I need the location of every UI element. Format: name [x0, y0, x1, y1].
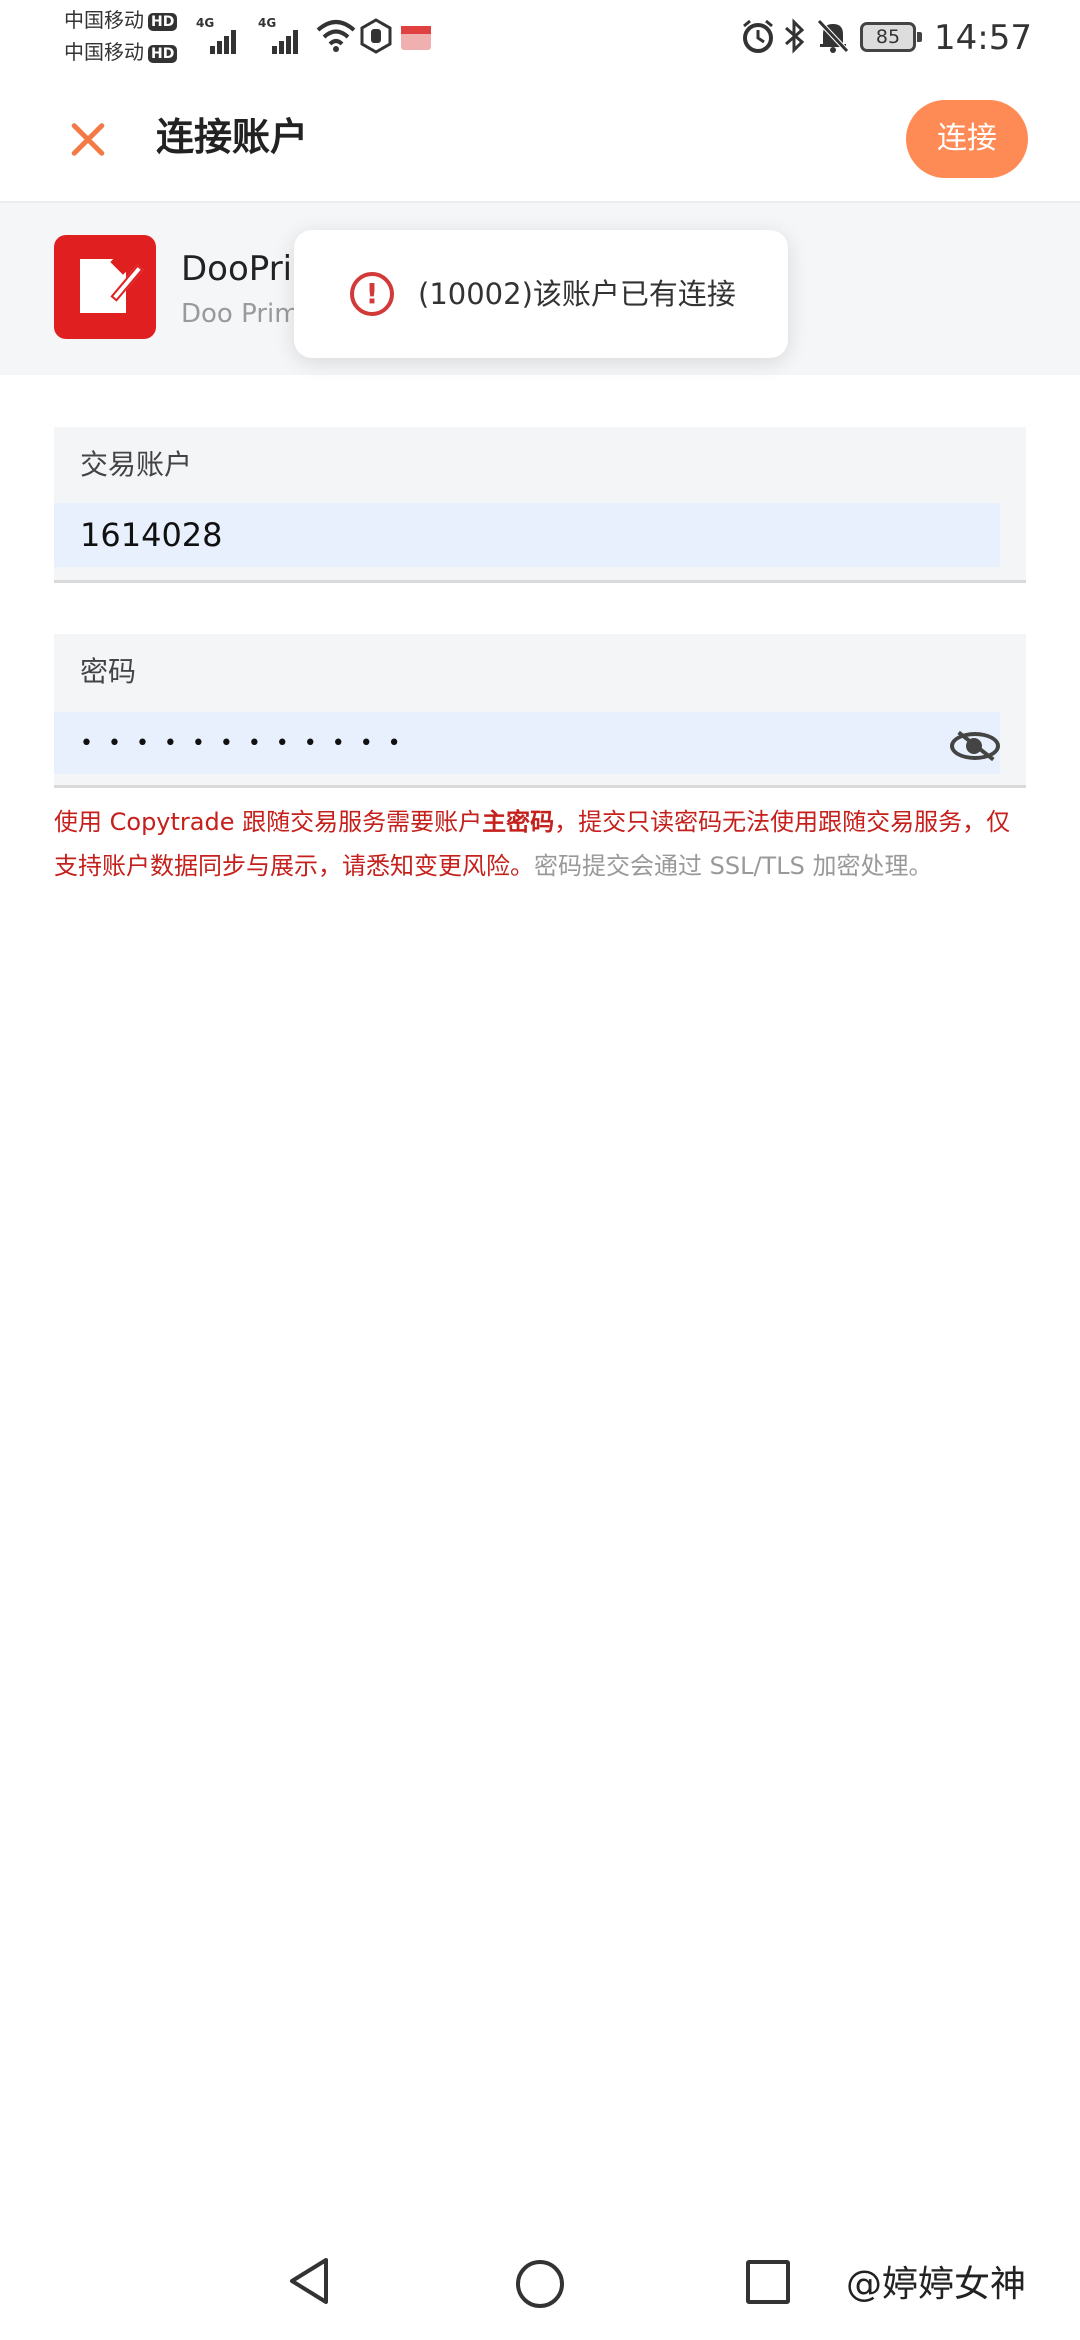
carrier-2-name: 中国移动 — [64, 40, 144, 64]
toast-message: (10002)该账户已有连接 — [418, 277, 736, 311]
navigation-bar: @婷婷女神 — [0, 2220, 1080, 2340]
hd-badge: HD — [148, 44, 178, 63]
bluetooth-icon — [782, 18, 806, 63]
warning-bold: 主密码 — [482, 808, 555, 836]
carrier-2: 中国移动 HD — [64, 40, 178, 64]
back-icon[interactable] — [288, 2256, 332, 2306]
app-header: 连接账户 连接 — [0, 75, 1080, 203]
broker-subtitle: Doo Prim — [181, 299, 300, 329]
battery-icon: 85 — [860, 22, 922, 52]
account-label: 交易账户 — [80, 448, 193, 481]
password-input[interactable]: • • • • • • • • • • • • — [54, 712, 1000, 774]
mute-bell-icon — [816, 18, 850, 63]
hd-badge: HD — [148, 12, 178, 31]
password-label: 密码 — [80, 655, 137, 688]
warning-text-3: 密码提交会通过 SSL/TLS 加密处理。 — [534, 852, 933, 880]
eye-off-icon[interactable] — [948, 726, 1002, 766]
account-field: 交易账户 1614028 — [54, 427, 1026, 583]
broker-logo — [54, 235, 156, 339]
error-toast: ! (10002)该账户已有连接 — [294, 230, 788, 358]
clock: 14:57 — [934, 18, 1032, 58]
carrier-1-name: 中国移动 — [64, 8, 144, 32]
home-icon[interactable] — [516, 2260, 564, 2308]
connect-button[interactable]: 连接 — [906, 100, 1028, 178]
carrier-1: 中国移动 HD — [64, 8, 178, 32]
battery-level: 85 — [875, 26, 901, 48]
password-field: 密码 • • • • • • • • • • • • — [54, 634, 1026, 788]
app-notification-icon — [398, 18, 434, 63]
watermark: @婷婷女神 — [846, 2264, 1027, 2305]
hand-icon — [360, 18, 392, 63]
status-bar: 中国移动 HD 中国移动 HD 4G 4G 85 14:57 — [0, 0, 1080, 75]
wifi-icon — [316, 18, 356, 63]
error-icon: ! — [350, 272, 394, 316]
warning-text-1: 使用 Copytrade 跟随交易服务需要账户 — [54, 808, 483, 836]
password-warning: 使用 Copytrade 跟随交易服务需要账户主密码，提交只读密码无法使用跟随交… — [54, 800, 1034, 888]
recent-apps-icon[interactable] — [746, 2260, 790, 2304]
account-input[interactable]: 1614028 — [54, 503, 1000, 567]
page-title: 连接账户 — [156, 115, 309, 159]
close-icon[interactable] — [64, 113, 116, 165]
alarm-icon — [740, 18, 776, 63]
